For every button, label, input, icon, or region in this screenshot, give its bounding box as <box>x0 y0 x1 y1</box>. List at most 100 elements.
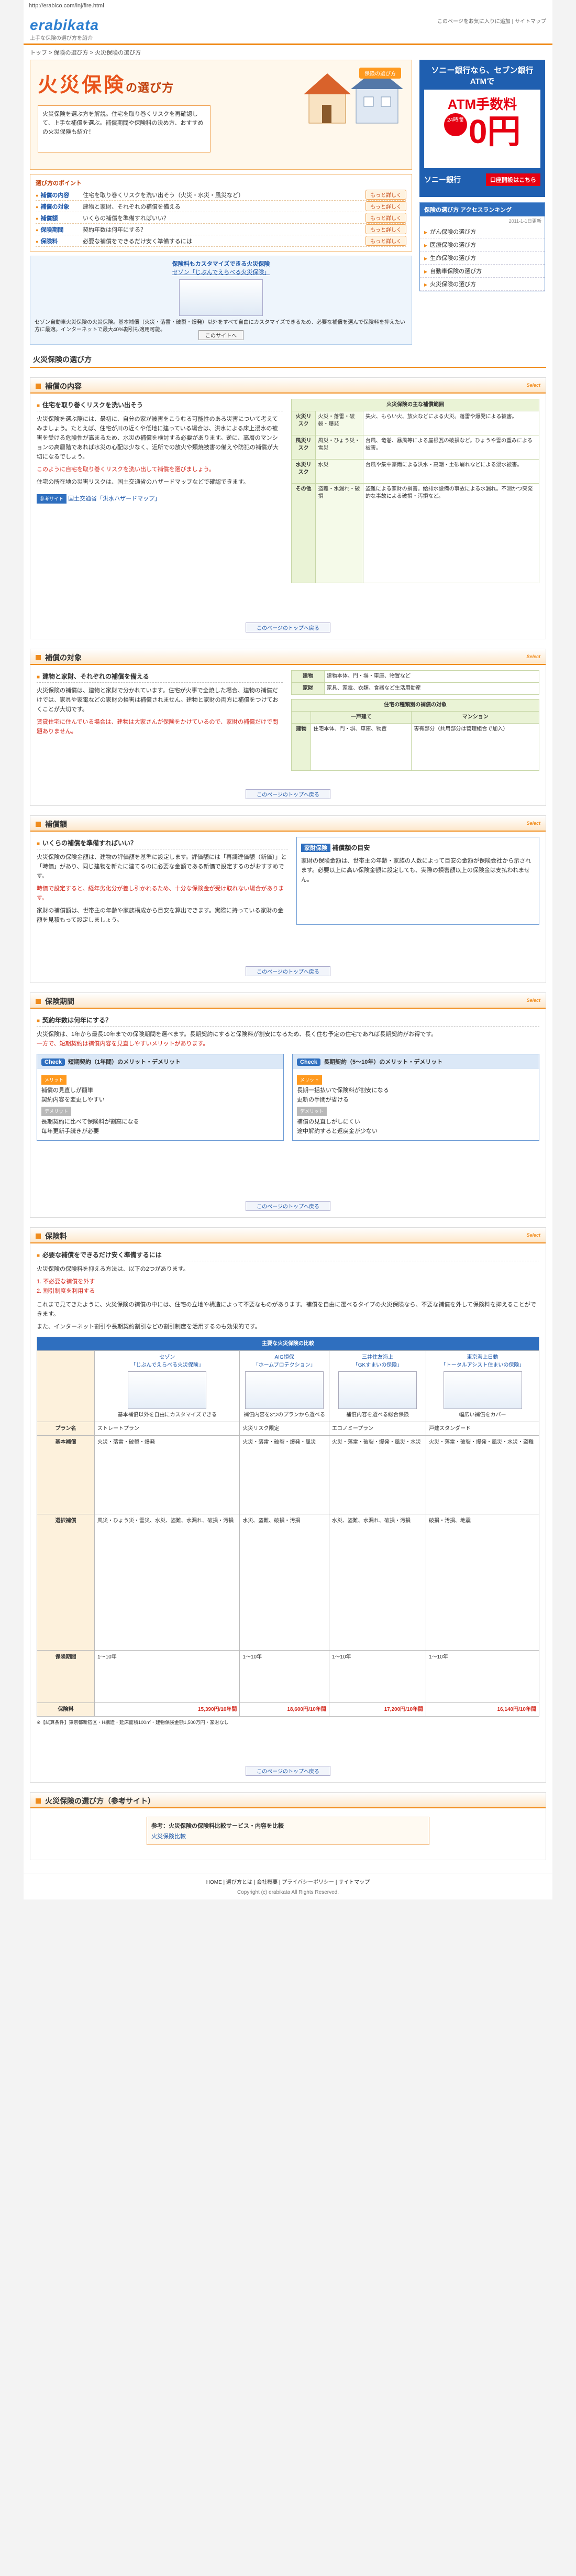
paragraph: 火災保険の補償は、建物と家財で分かれています。住宅が火事で全焼した場合、建物の補… <box>37 687 279 713</box>
back-to-top-link[interactable]: このページのトップへ戻る <box>30 1766 546 1776</box>
back-to-top-link[interactable]: このページのトップへ戻る <box>30 1201 546 1211</box>
table-heading: 住宅の種類別の補償の対象 <box>291 699 539 712</box>
ad-body: ATM手数料 24時間 0円 <box>424 90 540 168</box>
ad-atm-text: ATM手数料 <box>447 96 517 112</box>
reference-link[interactable]: 火災保険比較 <box>151 1833 186 1840</box>
point-label[interactable]: 保険期間 <box>36 225 83 234</box>
section-heading: 保険期間 Select <box>30 993 546 1009</box>
page-title: 火災保険の選び方 <box>30 352 546 368</box>
point-label[interactable]: 補償の対象 <box>36 202 83 211</box>
paragraph: 火災保険を選ぶ際には、最初に、自分の家が被害をこうむる可能性のある災害について考… <box>37 416 279 460</box>
more-button[interactable]: もっと詳しく <box>365 236 406 246</box>
promo-site-button[interactable]: このサイトへ <box>198 330 243 340</box>
footer-nav[interactable]: HOME | 選び方とは | 会社概要 | プライバシーポリシー | サイトマッ… <box>24 1873 552 1890</box>
more-button[interactable]: もっと詳しく <box>365 213 406 223</box>
ranking-item[interactable]: 生命保険の選び方 <box>420 252 545 265</box>
more-button[interactable]: もっと詳しく <box>365 201 406 211</box>
section-body: 住宅を取り巻くリスクを洗い出そう 火災保険を選ぶ際には、最初に、自分の家が被害を… <box>30 394 546 588</box>
ad-bank-name: ソニー銀行 <box>424 176 461 184</box>
table-row: 風災リスク 風災・ひょう災・雪災 台風、竜巻、暴風等による屋根瓦の破損など。ひょうや… <box>291 435 540 460</box>
section-target: 補償の対象Select 建物と家財、それぞれの補償を備える 火災保険の補償は、建… <box>30 649 546 806</box>
section-coverage: 補償の内容Select 住宅を取り巻くリスクを洗い出そう 火災保険を選ぶ際には、… <box>30 377 546 639</box>
paragraph: 火災保険は、1年から最長10年までの保険期間を選べます。長期契約にすると保険料が… <box>37 1031 437 1038</box>
section-tag: Select <box>526 821 540 826</box>
company-link[interactable]: AIG損保 <box>275 1355 294 1360</box>
promo-heading: 保険料もカスタマイズできる火災保険 <box>172 261 270 267</box>
company-cell: 東京海上日動 「トータルアシスト住まいの保険」 幅広い補償をカバー <box>426 1350 539 1422</box>
table-row: 火災リスク 火災・落雷・破裂・爆発 失火、もらい火、放火などによる火災。落雷や爆発に… <box>291 411 540 435</box>
product-link[interactable]: 「トータルアシスト住まいの保険」 <box>441 1362 525 1368</box>
guide-text: 家財の保険金額は、世帯主の年齢・家族の人数によって目安の金額が保険会社から示され… <box>301 858 531 883</box>
back-to-top-link[interactable]: このページのトップへ戻る <box>30 966 546 976</box>
company-link[interactable]: セゾン <box>159 1355 175 1360</box>
site-screenshot[interactable] <box>245 1371 324 1409</box>
check-body: メリット 長期一括払いで保険料が割安になる 更新の手間が省ける デメリット 補償の… <box>293 1069 539 1140</box>
sony-bank-ad[interactable]: ソニー銀行なら、セブン銀行ATMで ATM手数料 24時間 0円 ソニー銀行 口… <box>419 60 545 197</box>
comparison-table: 主要な火災保険の比較 セゾン 「じぶんでえらべる火災保険」 基本補償以外を自由にカス… <box>37 1337 539 1717</box>
back-to-top-link[interactable]: このページのトップへ戻る <box>30 789 546 799</box>
section-body: 建物と家財、それぞれの補償を備える 火災保険の補償は、建物と家財で分かれています… <box>30 665 546 776</box>
ranking-item[interactable]: 自動車保険の選び方 <box>420 265 545 278</box>
point-label[interactable]: 補償額 <box>36 214 83 222</box>
check-heading: Check 長期契約（5〜10年）のメリット・デメリット <box>293 1054 539 1069</box>
company-link[interactable]: 三井住友海上 <box>362 1355 393 1360</box>
ranking-item[interactable]: 医療保険の選び方 <box>420 238 545 252</box>
coverage-table-wrap: 火災保険の主な補償範囲 火災リスク 火災・落雷・破裂・爆発 失火、もらい火、放火など… <box>291 399 540 583</box>
promo-link[interactable]: セゾン「じぶんでえらべる火災保険」 <box>35 268 407 276</box>
ranking-item[interactable]: がん保険の選び方 <box>420 225 545 238</box>
section-body: 必要な補償をできるだけ安く準備するには 火災保険の保険料を抑える方法は、以下の2… <box>30 1243 546 1731</box>
header-links[interactable]: このページをお気に入りに追加 | サイトマップ <box>437 17 546 25</box>
hero-title: 火災保険の選び方 <box>38 74 174 96</box>
section-text: 住宅を取り巻くリスクを洗い出そう 火災保険を選ぶ際には、最初に、自分の家が被害を… <box>37 399 283 583</box>
main-wrapper: http://erabico.com/inj/fire.html erabika… <box>24 0 552 1900</box>
hero-banner: 火災保険の選び方 保険の選び方 火災保険を選ぶ方を解説。住宅を取り巻くリスクを再… <box>30 60 412 170</box>
paragraph: 賃貸住宅に住んでいる場合は、建物は大家さんが保険をかけているので、家財の補償だけ… <box>37 719 279 735</box>
product-link[interactable]: 「GKすまいの保険」 <box>353 1362 402 1368</box>
promo-screenshot[interactable] <box>179 279 263 316</box>
section-subheading: 住宅を取り巻くリスクを洗い出そう <box>37 399 283 411</box>
product-link[interactable]: 「ホームプロテクション」 <box>253 1362 316 1368</box>
site-screenshot[interactable] <box>128 1371 207 1409</box>
point-label[interactable]: 保険料 <box>36 237 83 245</box>
more-button[interactable]: もっと詳しく <box>365 190 406 200</box>
company-link[interactable]: 東京海上日動 <box>467 1355 499 1360</box>
hero-description: 火災保険を選ぶ方を解説。住宅を取り巻くリスクを再確認して、上手な補償を選ぶ。補償… <box>38 105 211 152</box>
section-body: 契約年数は何年にする？ 火災保険は、1年から最長10年までの保険期間を選べます。… <box>30 1009 546 1146</box>
section-reference: 火災保険の選び方（参考サイト） 参考：火災保険の保険料比較サービス・内容を比較 … <box>30 1792 546 1860</box>
section-tag: Select <box>526 998 540 1003</box>
check-boxes: Check 短期契約（1年間）のメリット・デメリット メリット 補償の見直しが簡単… <box>37 1054 539 1141</box>
promo-box: 保険料もカスタマイズできる火災保険 セゾン「じぶんでえらべる火災保険」 セゾン自… <box>30 256 412 345</box>
hazard-map-link[interactable]: 国土交通省「洪水ハザードマップ」 <box>68 496 160 502</box>
more-button[interactable]: もっと詳しく <box>365 224 406 234</box>
reference-box: 参考：火災保険の保険料比較サービス・内容を比較 火災保険比較 <box>147 1817 429 1845</box>
url-bar[interactable]: http://erabico.com/inj/fire.html <box>24 0 552 13</box>
section-subheading: いくらの補償を準備すればいい？ <box>37 837 288 849</box>
ad-open-button[interactable]: 口座開設はこちら <box>486 173 540 186</box>
paragraph: 時価で設定すると、経年劣化分が差し引かれるため、十分な保険金が受け取れない場合が… <box>37 886 284 901</box>
logo-subtitle: 上手な保険の選び方を紹介 <box>30 36 93 41</box>
page: http://erabico.com/inj/fire.html erabika… <box>0 0 576 2576</box>
top-main: 火災保険の選び方 保険の選び方 火災保険を選ぶ方を解説。住宅を取り巻くリスクを再… <box>30 60 412 345</box>
point-row: 保険料必要な補償をできるだけ安く準備するには もっと詳しく <box>36 235 406 247</box>
table-row: セゾン 「じぶんでえらべる火災保険」 基本補償以外を自由にカスタマイズできる AIG… <box>37 1350 539 1422</box>
site-screenshot[interactable] <box>338 1371 417 1409</box>
point-row: 補償の対象建物と家財、それぞれの補償を備える もっと詳しく <box>36 201 406 212</box>
table-heading: 火災保険の主な補償範囲 <box>291 399 539 411</box>
ranking-item[interactable]: 火災保険の選び方 <box>420 278 545 291</box>
reference-badge: 参考サイト <box>37 494 67 504</box>
top-area: 火災保険の選び方 保険の選び方 火災保険を選ぶ方を解説。住宅を取り巻くリスクを再… <box>24 60 552 345</box>
site-screenshot[interactable] <box>443 1371 522 1409</box>
coverage-table: 火災保険の主な補償範囲 火災リスク 火災・落雷・破裂・爆発 失火、もらい火、放火など… <box>291 399 540 583</box>
sidebar: ソニー銀行なら、セブン銀行ATMで ATM手数料 24時間 0円 ソニー銀行 口… <box>419 60 545 345</box>
breadcrumb[interactable]: トップ > 保険の選び方 > 火災保険の選び方 <box>24 45 552 60</box>
section-text: いくらの補償を準備すればいい？ 火災保険の保険金額は、建物の評価額を基準に設定し… <box>37 837 288 925</box>
ad-zero-text: 0円 <box>468 113 521 150</box>
target-table: 建物 建物本体、門・塀・車庫、物置など 家財 家具、家電、衣類、食器など生活用動産 <box>291 670 540 695</box>
section-tag: Select <box>526 654 540 659</box>
back-to-top-link[interactable]: このページのトップへ戻る <box>30 623 546 632</box>
ranking-list: がん保険の選び方 医療保険の選び方 生命保険の選び方 自動車保険の選び方 火災保… <box>420 225 545 291</box>
product-link[interactable]: 「じぶんでえらべる火災保険」 <box>130 1362 204 1368</box>
point-label[interactable]: 補償の内容 <box>36 191 83 199</box>
ad-24h-badge: 24時間 <box>444 113 467 136</box>
point-row: 保険期間契約年数は何年にする？ もっと詳しく <box>36 224 406 235</box>
